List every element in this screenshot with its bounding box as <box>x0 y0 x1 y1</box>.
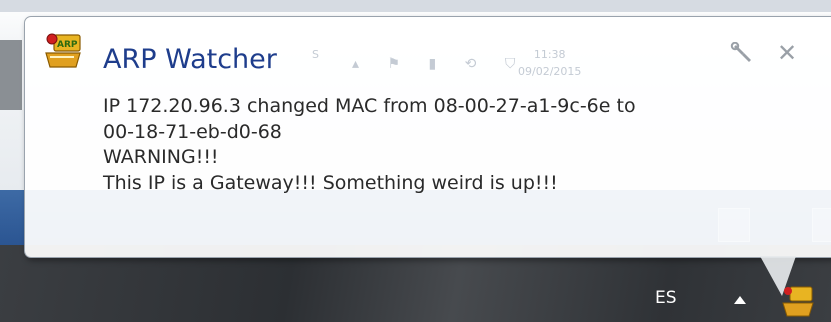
arp-watcher-tray-icon[interactable] <box>778 283 818 319</box>
background-strip <box>0 40 22 110</box>
background-clock: 11:38 09/02/2015 <box>518 46 581 80</box>
chevron-up-icon[interactable] <box>734 296 746 304</box>
language-indicator[interactable]: ES <box>655 288 677 308</box>
wrench-icon[interactable] <box>730 42 754 66</box>
message-line: 00-18-71-eb-d0-68 <box>103 120 282 143</box>
notification-message: IP 172.20.96.3 changed MAC from 08-00-27… <box>103 94 823 196</box>
message-line: IP 172.20.96.3 changed MAC from 08-00-27… <box>103 95 636 117</box>
background-tray-reflection: S ▴ ⚑ ▮ ⟲ ⛉ 11:38 09/02/2015 <box>312 46 652 94</box>
clock-date: 09/02/2015 <box>518 65 582 78</box>
clock-time: 11:38 <box>533 48 566 61</box>
message-line: WARNING!!! <box>103 146 219 168</box>
arp-watcher-app-icon: ARP <box>45 33 81 68</box>
svg-text:ARP: ARP <box>57 40 78 50</box>
notification-title: ARP Watcher <box>103 44 277 75</box>
close-icon[interactable]: ✕ <box>771 38 803 68</box>
tray-glyphs: ▴ ⚑ ▮ ⟲ ⛉ <box>352 56 528 72</box>
background-toolbar <box>0 0 831 12</box>
message-line: This IP is a Gateway!!! Something weird … <box>103 171 558 194</box>
superscript-text: S <box>312 48 319 61</box>
